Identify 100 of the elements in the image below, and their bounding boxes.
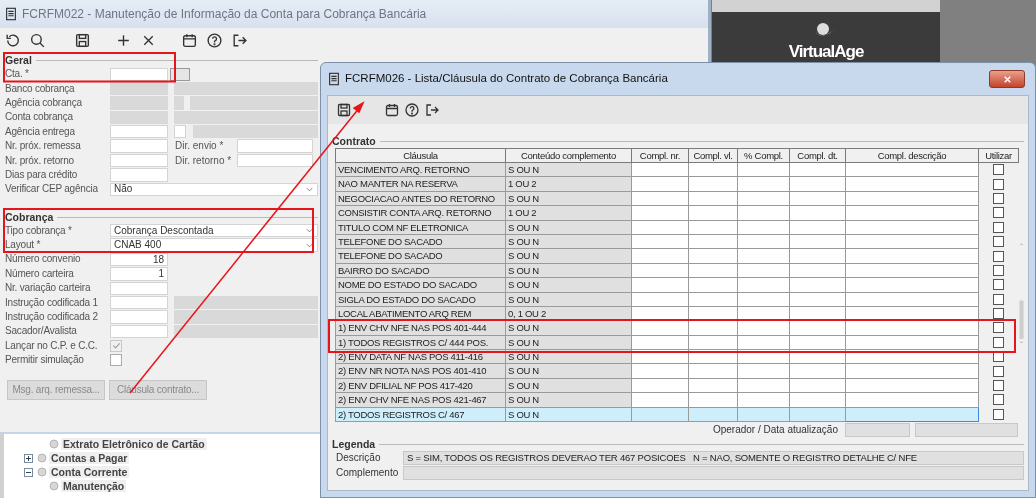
input-field[interactable] [110,324,168,339]
checkbox[interactable] [993,207,1005,219]
input-field[interactable] [237,139,313,153]
checkbox[interactable] [110,354,122,367]
section-title: Geral [5,54,32,67]
table-row[interactable]: BAIRRO DO SACADO S OU N [335,263,1019,278]
table-row[interactable]: CONSISTIR CONTA ARQ. RETORNO 1 OU 2 [335,205,1019,221]
table-row[interactable]: SIGLA DO ESTADO DO SACADO S OU N [335,292,1019,307]
table-row[interactable]: 1) ENV CHV NFE NAS POS 401-444 S OU N [335,320,1019,336]
checkbox[interactable] [993,365,1005,377]
input-field[interactable] [237,153,313,168]
field-label: Operador / Data atualização [712,424,838,437]
window-title: FCRFM022 - Manutenção de Informação da Conta para Cobrança Bancária [22,6,427,22]
input-field[interactable] [174,125,186,139]
checkbox[interactable] [993,192,1005,204]
dropdown-field[interactable]: Não [110,182,318,196]
column-header[interactable]: Cláusula [335,148,506,163]
checkbox[interactable] [993,336,1005,348]
column-header[interactable]: % Compl. [737,148,790,163]
input-field[interactable] [110,125,168,139]
search-icon[interactable] [29,31,46,49]
logo-text: VirtualAge [788,41,864,62]
field-label: Número convenio [5,253,82,266]
table-row[interactable]: TELEFONE DO SACADO S OU N [335,234,1019,249]
field-label: Tipo cobrança * [5,224,73,237]
table-row[interactable]: 2) ENV CHV NFE NAS POS 421-467 S OU N [335,392,1019,408]
field-label: Banco cobrança [5,82,76,95]
field-label: Layout * [5,239,42,252]
tree-item[interactable]: Contas a Pagar [49,451,130,465]
tree-item[interactable]: Manutenção [61,479,127,493]
table-row[interactable]: NEGOCIACAO ANTES DO RETORNO S OU N [335,191,1019,206]
exit-icon[interactable] [231,31,248,49]
table-row[interactable]: TELEFONE DO SACADO S OU N [335,248,1019,264]
field-label: Dir. envio * [175,140,225,153]
close-button[interactable] [989,70,1025,88]
checkbox[interactable] [993,408,1005,420]
calendar-icon[interactable] [181,31,198,49]
checkbox[interactable] [993,279,1005,291]
checkbox[interactable] [993,264,1005,276]
collapse-icon[interactable] [24,467,33,477]
checkbox[interactable] [993,351,1005,363]
field-label: Sacador/Avalista [5,325,78,338]
tree-item[interactable]: Conta Corrente [49,465,130,479]
input-field[interactable] [110,153,168,168]
node-icon [37,467,47,477]
checkbox[interactable] [993,293,1005,305]
field-label: Lançar no C.P. e C.C. [5,339,99,352]
help-icon[interactable] [404,102,420,118]
table-row[interactable]: 2) ENV NR NOTA NAS POS 401-410 S OU N [335,363,1019,379]
checkbox[interactable] [993,236,1005,248]
checkbox[interactable] [993,250,1005,262]
field-label: Verificar CEP agência [5,183,99,196]
input-field[interactable] [110,295,168,310]
table-row[interactable]: 2) ENV DFILIAL NF POS 417-420 S OU N [335,378,1019,393]
column-header[interactable]: Compl. descrição [845,148,979,163]
save-icon[interactable] [336,102,352,118]
checkbox[interactable] [993,380,1005,392]
window-title: FCRFM026 - Lista/Cláusula do Contrato de Cobrança Bancária [345,72,668,86]
column-header[interactable]: Compl. nr. [631,148,689,163]
column-header[interactable]: Conteúdo complemento [505,148,632,163]
column-header[interactable]: Compl. vl. [688,148,738,163]
lookup-button[interactable] [170,67,190,81]
exit-icon[interactable] [424,102,440,118]
table-row[interactable]: VENCIMENTO ARQ. RETORNO S OU N [335,162,1019,177]
field-label: Cta. * [5,68,30,81]
input-field[interactable]: 1 [110,267,168,281]
expand-icon[interactable] [24,453,33,463]
column-header[interactable]: Compl. dt. [789,148,846,163]
calendar-icon[interactable] [384,102,400,118]
input-field[interactable] [110,168,168,182]
checkbox[interactable] [993,322,1005,334]
save-icon[interactable] [74,31,91,49]
checkbox[interactable] [993,178,1005,190]
table-row[interactable]: 2) ENV DATA NF NAS POS 411-416 S OU N [335,349,1019,364]
input-field[interactable] [110,67,168,81]
field-label: Número carteira [5,267,75,280]
field-label: Descrição [336,451,382,464]
field-label: Nr. próx. remessa [5,140,82,153]
table-row[interactable]: 2) TODOS REGISTROS C/ 467 S OU N [335,407,1019,422]
dropdown-field[interactable]: CNAB 400 [110,238,318,252]
checkbox[interactable] [993,221,1005,233]
input-field[interactable] [110,310,168,324]
column-header[interactable]: Utilizar [978,148,1019,163]
input-field: S = SIM, TODOS OS REGISTROS DEVERAO TER 467 POSICOES N = NAO, SOMENTE O REGISTRO DETALHE C/ NFE [403,450,1024,465]
input-field[interactable] [110,281,168,295]
field-label: Nr. próx. retorno [5,154,75,167]
table-row[interactable]: TITULO COM NF ELETRONICA S OU N [335,220,1019,235]
help-icon[interactable] [206,31,223,49]
checkbox[interactable] [993,394,1005,406]
input-field[interactable] [110,139,168,153]
table-row[interactable]: LOCAL ABATIMENTO ARQ REM 0, 1 OU 2 [335,306,1019,321]
tree-item[interactable]: Extrato Eletrônico de Cartão [61,437,207,451]
field-label: Complemento [336,467,400,480]
checkbox[interactable] [993,164,1005,176]
table-row[interactable]: NAO MANTER NA RESERVA 1 OU 2 [335,176,1019,192]
table-row[interactable]: 1) TODOS REGISTROS C/ 444 POS. S OU N [335,335,1019,350]
checkbox[interactable] [993,308,1005,320]
dropdown-field[interactable]: Cobrança Descontada [110,224,318,238]
table-row[interactable]: NOME DO ESTADO DO SACADO S OU N [335,277,1019,292]
undo-icon[interactable] [4,31,21,49]
